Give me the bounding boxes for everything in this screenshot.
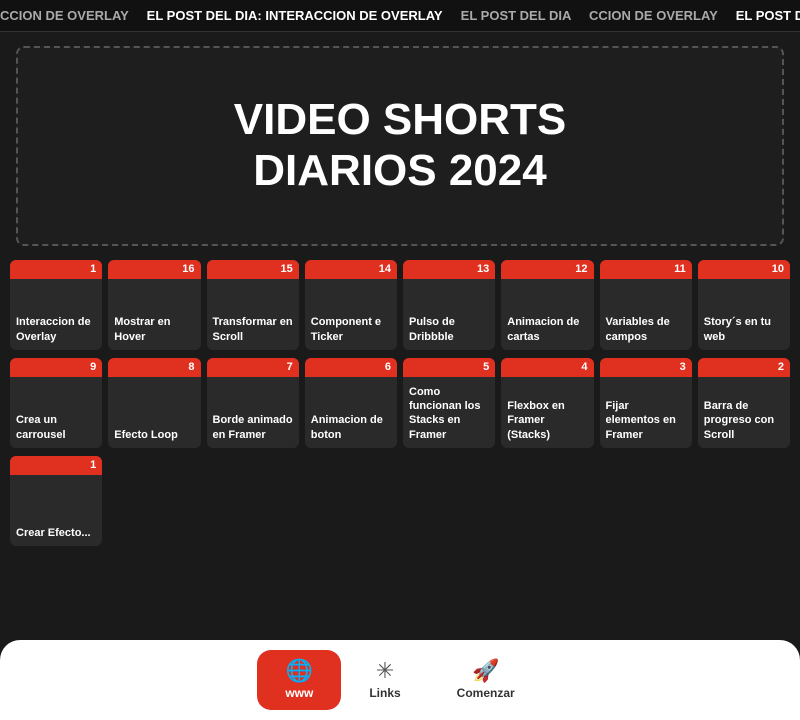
- links-label: Links: [369, 686, 400, 700]
- hero-title: VIDEO SHORTS DIARIOS 2024: [234, 95, 567, 196]
- bottom-btn-comenzar[interactable]: 🚀 Comenzar: [429, 650, 543, 710]
- grid-item-label: Efecto Loop: [108, 377, 200, 448]
- bottom-btn-links[interactable]: ✳ Links: [341, 650, 428, 710]
- grid-item[interactable]: 15 Transformar en Scroll: [207, 260, 299, 350]
- hero-section: VIDEO SHORTS DIARIOS 2024: [16, 46, 784, 246]
- grid-item-label: Borde animado en Framer: [207, 377, 299, 448]
- grid-item-label: Variables de campos: [600, 279, 692, 350]
- grid-item[interactable]: 14 Component e Ticker: [305, 260, 397, 350]
- grid-item-label: Crea un carrousel: [10, 377, 102, 448]
- grid-item-label: Flexbox en Framer (Stacks): [501, 377, 593, 448]
- grid-item-badge: 7: [207, 358, 299, 377]
- grid-item[interactable]: 1 Crear Efecto...: [10, 456, 102, 546]
- comenzar-icon: 🚀: [472, 660, 499, 682]
- ticker-bar: CCION DE OVERLAY EL POST DEL DIA: INTERA…: [0, 0, 800, 32]
- grid-item-badge: 11: [600, 260, 692, 279]
- ticker-text: CCION DE OVERLAY EL POST DEL DIA: INTERA…: [0, 8, 800, 23]
- grid-item-badge: 16: [108, 260, 200, 279]
- grid-item[interactable]: 13 Pulso de Dribbble: [403, 260, 495, 350]
- grid-item-label: Mostrar en Hover: [108, 279, 200, 350]
- grid-item[interactable]: 4 Flexbox en Framer (Stacks): [501, 358, 593, 448]
- grid-item-badge: 13: [403, 260, 495, 279]
- grid-item-badge: 9: [10, 358, 102, 377]
- grid-item[interactable]: 8 Efecto Loop: [108, 358, 200, 448]
- grid-item-label: Interaccion de Overlay: [10, 279, 102, 350]
- grid-item[interactable]: 3 Fijar elementos en Framer: [600, 358, 692, 448]
- grid-item-label: Transformar en Scroll: [207, 279, 299, 350]
- grid-item-label: Crear Efecto...: [10, 475, 102, 546]
- grid-item[interactable]: 12 Animacion de cartas: [501, 260, 593, 350]
- grid-item-badge: 1: [10, 456, 102, 475]
- grid-section: 1 Interaccion de Overlay 16 Mostrar en H…: [0, 260, 800, 546]
- grid-item[interactable]: 9 Crea un carrousel: [10, 358, 102, 448]
- grid-item[interactable]: 5 Como funcionan los Stacks en Framer: [403, 358, 495, 448]
- grid-item-label: Fijar elementos en Framer: [600, 377, 692, 448]
- grid-item-badge: 5: [403, 358, 495, 377]
- grid-item-label: Animacion de cartas: [501, 279, 593, 350]
- bottom-btn-www[interactable]: 🌐 www: [257, 650, 341, 710]
- grid-item-badge: 1: [10, 260, 102, 279]
- grid-item-label: Pulso de Dribbble: [403, 279, 495, 350]
- grid-item[interactable]: 7 Borde animado en Framer: [207, 358, 299, 448]
- links-icon: ✳: [376, 660, 394, 682]
- grid-item[interactable]: 16 Mostrar en Hover: [108, 260, 200, 350]
- grid-item[interactable]: 1 Interaccion de Overlay: [10, 260, 102, 350]
- grid-item-label: Animacion de boton: [305, 377, 397, 448]
- grid-item[interactable]: 10 Story´s en tu web: [698, 260, 790, 350]
- grid-item-badge: 2: [698, 358, 790, 377]
- grid-item[interactable]: 11 Variables de campos: [600, 260, 692, 350]
- grid-row-2: 9 Crea un carrousel 8 Efecto Loop 7 Bord…: [10, 358, 790, 448]
- grid-item-badge: 14: [305, 260, 397, 279]
- bottom-nav: 🌐 www ✳ Links 🚀 Comenzar: [0, 640, 800, 720]
- grid-item-badge: 3: [600, 358, 692, 377]
- grid-item-label: Como funcionan los Stacks en Framer: [403, 377, 495, 448]
- grid-item-label: Component e Ticker: [305, 279, 397, 350]
- grid-item-label: Story´s en tu web: [698, 279, 790, 350]
- grid-row-3: 1 Crear Efecto...: [10, 456, 790, 546]
- grid-item-badge: 4: [501, 358, 593, 377]
- grid-item-badge: 12: [501, 260, 593, 279]
- grid-item-badge: 15: [207, 260, 299, 279]
- comenzar-label: Comenzar: [457, 686, 515, 700]
- grid-item-badge: 6: [305, 358, 397, 377]
- grid-row-1: 1 Interaccion de Overlay 16 Mostrar en H…: [10, 260, 790, 350]
- grid-item[interactable]: 6 Animacion de boton: [305, 358, 397, 448]
- grid-item-badge: 10: [698, 260, 790, 279]
- grid-item-badge: 8: [108, 358, 200, 377]
- grid-item-label: Barra de progreso con Scroll: [698, 377, 790, 448]
- grid-item[interactable]: 2 Barra de progreso con Scroll: [698, 358, 790, 448]
- www-label: www: [285, 686, 313, 700]
- www-icon: 🌐: [286, 660, 313, 682]
